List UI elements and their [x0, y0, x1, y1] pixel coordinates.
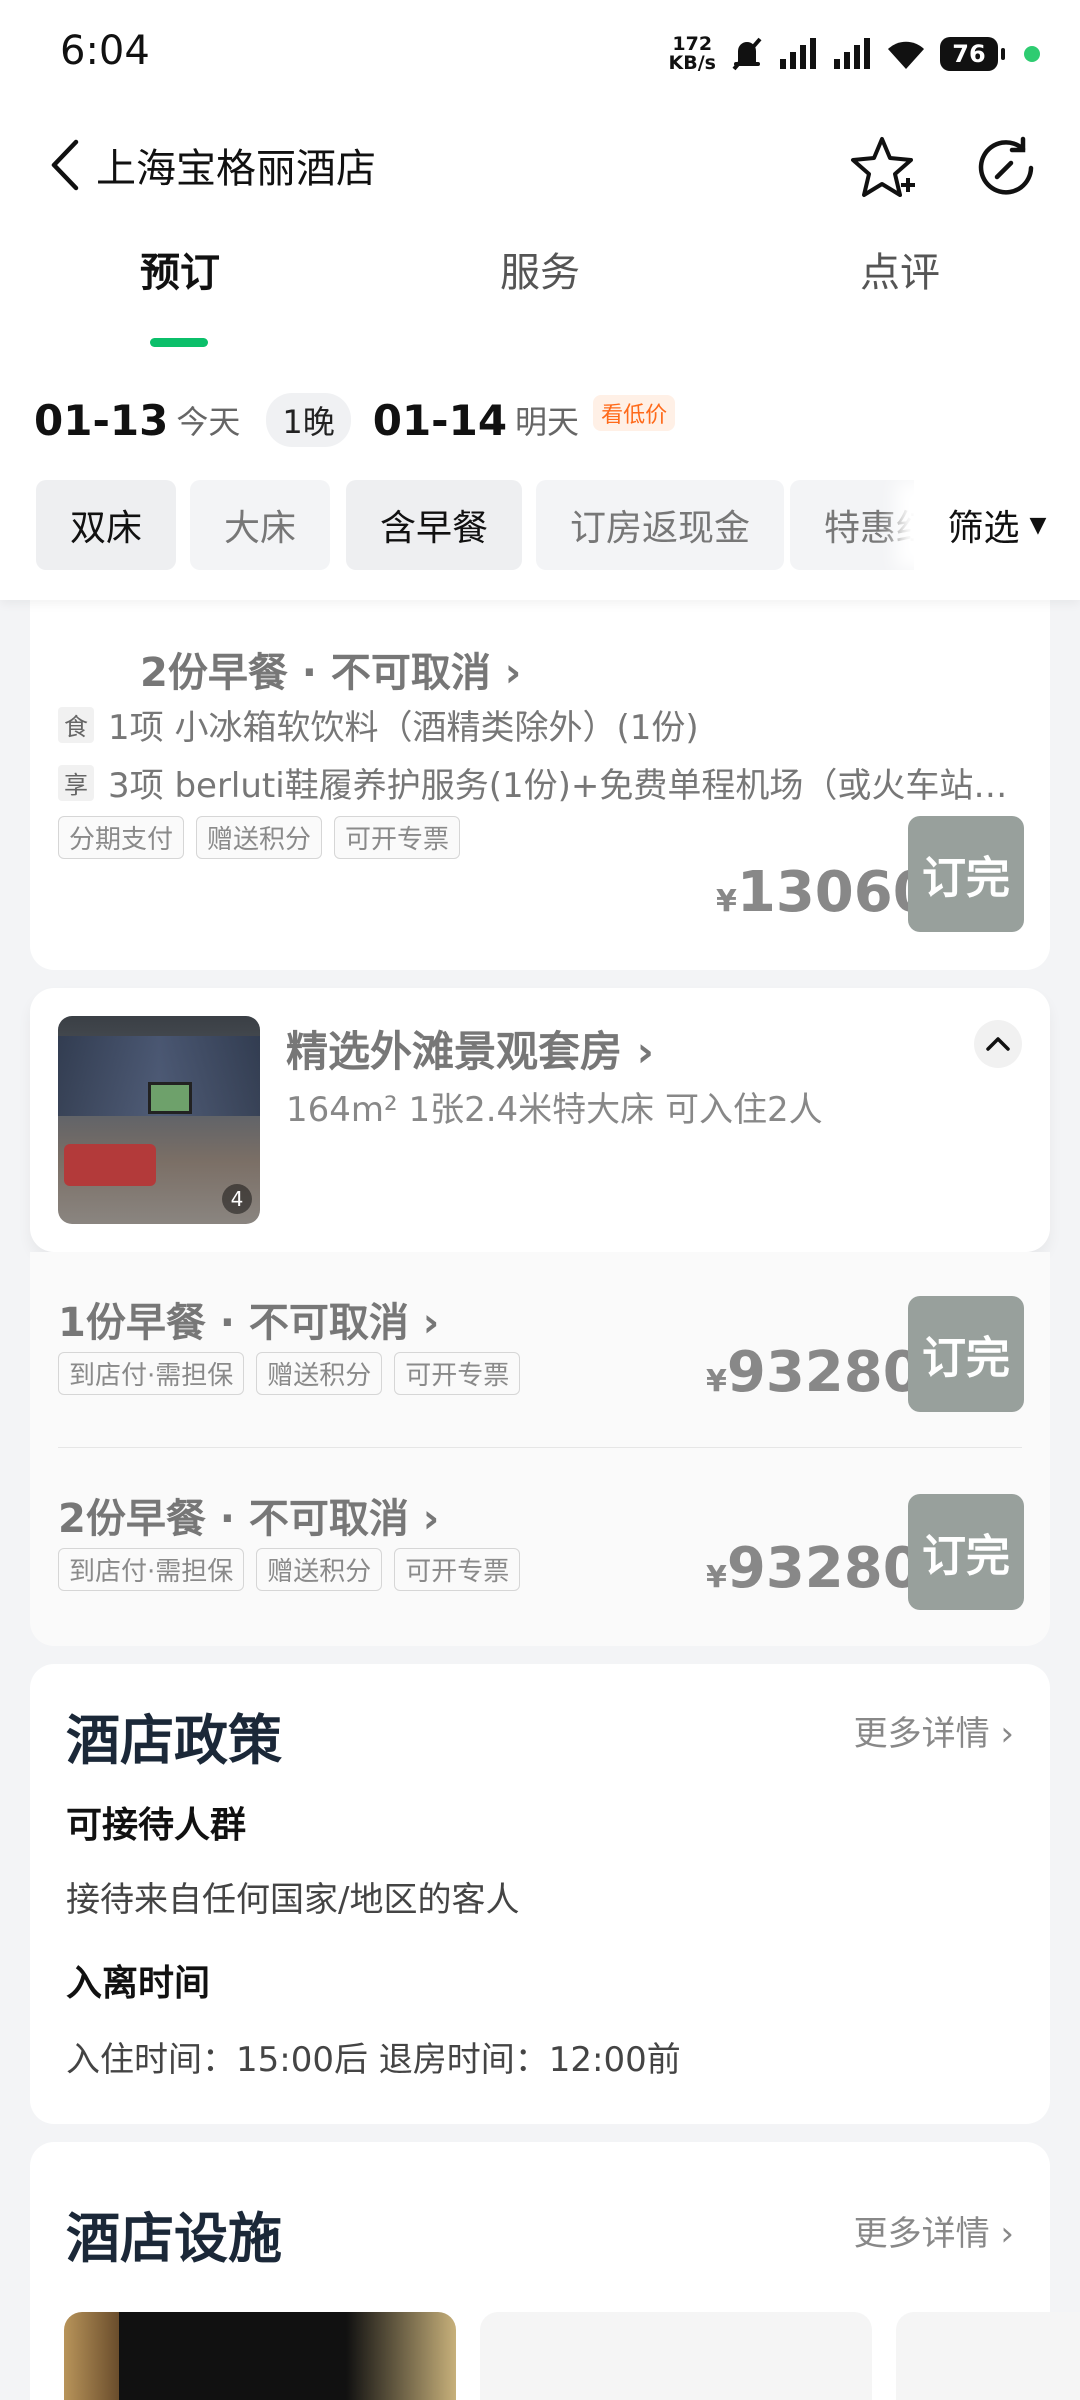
chevron-up-icon: [986, 1037, 1010, 1051]
perk-item: 食 1项 小冰箱软饮料（酒精类除外）(1份): [58, 700, 699, 749]
tag: 赠送积分: [256, 1548, 383, 1591]
header: 6:04 172 KB/s 76 上海宝格丽酒店 预订 服务 点评 01-13 …: [0, 0, 1080, 600]
hotel-policy-card: 酒店政策 更多详情 › 可接待人群 接待来自任何国家/地区的客人 入离时间 入住…: [30, 1664, 1050, 2124]
room-plans: 1份早餐 · 不可取消 › 到店付·需担保 赠送积分 可开专票 ¥93280 订…: [30, 1252, 1050, 1646]
rate-plan-card[interactable]: 2份早餐 · 不可取消 › 食 1项 小冰箱软饮料（酒精类除外）(1份) 享 3…: [30, 560, 1050, 970]
checkout-date[interactable]: 01-14: [373, 396, 507, 445]
guests-text: 接待来自任何国家/地区的客人: [66, 1880, 520, 1920]
tag: 可开专票: [394, 1548, 521, 1591]
filter-chips: 双床 大床 含早餐 订房返现金 特惠红 筛选 ▼: [0, 480, 1080, 570]
room-details: 164m² 1张2.4米特大床 可入住2人: [286, 1090, 823, 1130]
photo-sofa: [64, 1144, 156, 1186]
book-button[interactable]: 订完: [908, 816, 1024, 932]
net-speed: 172 KB/s: [668, 33, 716, 74]
plan-tags: 分期支付 赠送积分 可开专票: [58, 816, 461, 859]
signal-icon-2: [834, 38, 870, 69]
rate-plan-row[interactable]: 2份早餐 · 不可取消 › 到店付·需担保 赠送积分 可开专票 ¥93280 订…: [30, 1448, 1050, 1644]
policy-more-link[interactable]: 更多详情 ›: [854, 1706, 1014, 1755]
tab-booking[interactable]: 预订: [70, 240, 290, 298]
tag: 到店付·需担保: [58, 1352, 245, 1395]
room-card[interactable]: 4 精选外滩景观套房 › 164m² 1张2.4米特大床 可入住2人: [30, 988, 1050, 1252]
caret-down-icon: ▼: [1029, 512, 1047, 538]
filter-button[interactable]: 筛选 ▼: [914, 480, 1080, 570]
tab-bar: 预订 服务 点评: [0, 240, 1080, 350]
photo-screen: [148, 1082, 192, 1114]
checkin-day: 今天: [176, 403, 241, 441]
mute-icon: [732, 37, 762, 71]
facilities-title: 酒店设施: [66, 2207, 282, 2270]
tag: 可开专票: [394, 1352, 521, 1395]
tag: 赠送积分: [196, 816, 323, 859]
privacy-dot: [1024, 46, 1040, 62]
status-bar: 6:04 172 KB/s 76: [0, 0, 1080, 110]
date-selector[interactable]: 01-13 今天 1晚 01-14 明天 看低价: [0, 380, 1080, 460]
filter-king-bed[interactable]: 大床: [190, 480, 331, 570]
plan-title[interactable]: 1份早餐 · 不可取消 ›: [58, 1290, 439, 1348]
plan-tags: 到店付·需担保 赠送积分 可开专票: [58, 1548, 521, 1591]
hotel-facilities-card: 酒店设施 更多详情 ›: [30, 2142, 1080, 2400]
low-price-badge[interactable]: 看低价: [593, 395, 676, 431]
checkin-time-heading: 入离时间: [66, 1963, 211, 2004]
food-icon: 食: [58, 706, 94, 743]
collapse-button[interactable]: [974, 1020, 1022, 1068]
history-button[interactable]: [968, 130, 1044, 206]
tab-reviews[interactable]: 点评: [790, 240, 1010, 298]
plan-title[interactable]: 2份早餐 · 不可取消 ›: [58, 1486, 439, 1544]
facilities-more-link[interactable]: 更多详情 ›: [854, 2206, 1014, 2255]
plan-tags: 到店付·需担保 赠送积分 可开专票: [58, 1352, 521, 1395]
checkin-time-text: 入住时间：15:00后 退房时间：12:00前: [66, 2040, 681, 2080]
facility-photo[interactable]: [896, 2312, 1080, 2400]
facility-photo[interactable]: [64, 2312, 456, 2400]
tag: 赠送积分: [256, 1352, 383, 1395]
tag: 可开专票: [334, 816, 461, 859]
enjoy-icon: 享: [58, 764, 94, 801]
favorite-button[interactable]: [846, 130, 922, 206]
page-title: 上海宝格丽酒店: [96, 146, 376, 192]
filter-cashback[interactable]: 订房返现金: [536, 480, 785, 570]
nights-badge: 1晚: [266, 393, 351, 447]
filter-breakfast[interactable]: 含早餐: [346, 480, 523, 570]
status-time: 6:04: [60, 28, 150, 74]
wifi-icon: [888, 41, 924, 69]
status-icons: 172 KB/s 76: [669, 30, 1040, 78]
room-name[interactable]: 精选外滩景观套房 ›: [286, 1018, 654, 1079]
plan-price: ¥93280: [706, 1536, 922, 1601]
plan-title[interactable]: 2份早餐 · 不可取消 ›: [140, 640, 521, 698]
active-tab-indicator: [150, 338, 208, 347]
book-button[interactable]: 订完: [908, 1296, 1024, 1412]
filter-twin-bed[interactable]: 双床: [36, 480, 177, 570]
policy-title: 酒店政策: [66, 1709, 282, 1772]
book-button[interactable]: 订完: [908, 1494, 1024, 1610]
history-icon: [978, 136, 1034, 195]
photo-count: 4: [222, 1184, 252, 1214]
checkin-date[interactable]: 01-13: [34, 396, 168, 445]
tag: 分期支付: [58, 816, 185, 859]
tag: 到店付·需担保: [58, 1548, 245, 1591]
battery-indicator: 76: [940, 37, 1005, 71]
signal-icon: [780, 38, 816, 69]
guests-heading: 可接待人群: [66, 1805, 247, 1846]
room-photo[interactable]: 4: [58, 1016, 260, 1224]
facility-photo[interactable]: [480, 2312, 872, 2400]
back-button[interactable]: [40, 130, 90, 200]
plan-price: ¥13060: [716, 860, 932, 925]
title-row: 上海宝格丽酒店: [0, 110, 1080, 220]
rate-plan-row[interactable]: 1份早餐 · 不可取消 › 到店付·需担保 赠送积分 可开专票 ¥93280 订…: [30, 1252, 1050, 1448]
plan-price: ¥93280: [706, 1340, 922, 1405]
perk-item: 享 3项 berluti鞋履养护服务(1份)+免费单程机场（或火车站…: [58, 758, 1007, 807]
chevron-left-icon: [51, 139, 79, 191]
tab-service[interactable]: 服务: [430, 240, 650, 298]
star-plus-icon: [851, 137, 915, 197]
checkout-day: 明天: [515, 403, 580, 441]
